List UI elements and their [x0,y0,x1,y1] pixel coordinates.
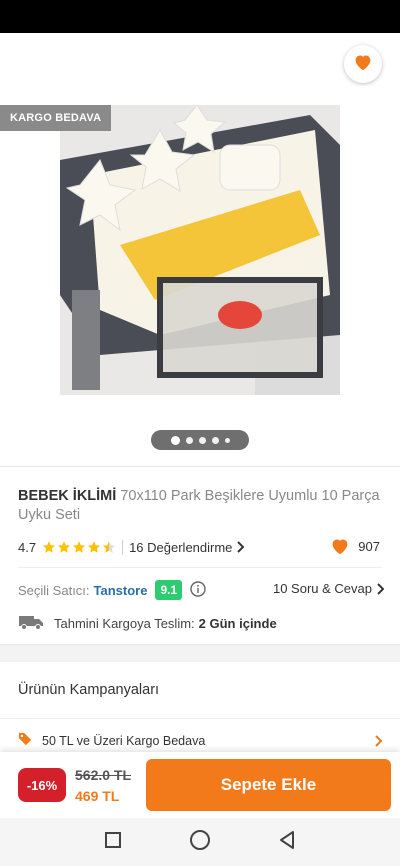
star-icon [72,541,86,553]
questions-answers-link[interactable]: 10 Soru & Cevap [273,581,384,596]
product-image[interactable] [60,105,340,395]
recents-icon [104,831,122,854]
gallery-pagination[interactable] [151,430,249,450]
back-triangle-icon [278,830,296,855]
heart-icon [353,53,373,76]
star-icon [42,541,56,553]
recents-button[interactable] [98,827,128,857]
top-bar [0,33,400,97]
home-button[interactable] [185,827,215,857]
reviews-label: 16 Değerlendirme [129,539,233,555]
chevron-right-icon [377,582,384,595]
half-star-icon [102,541,116,553]
seller-name-link[interactable]: Tanstore [94,583,148,598]
info-icon[interactable] [190,580,206,600]
chevron-right-icon [237,541,245,553]
add-to-cart-button[interactable]: Sepete Ekle [146,759,391,811]
status-bar [0,0,400,33]
seller-score-badge: 9.1 [155,580,183,600]
product-title: BEBEK İKLİMİ 70x110 Park Beşiklere Uyuml… [18,487,388,525]
system-navigation-bar [0,818,400,866]
free-shipping-badge: KARGO BEDAVA [0,105,112,131]
truck-icon [18,614,44,633]
campaigns-section: Ürünün Kampanyaları 50 TL ve Üzeri Kargo… [0,662,400,762]
star-icon [57,541,71,553]
star-icon [87,541,101,553]
likes-count: 907 [358,538,380,554]
pagination-dot[interactable] [198,436,206,444]
section-gap [0,644,400,662]
heart-icon [332,539,348,555]
rating-value: 4.7 [18,539,37,555]
likes-counter[interactable]: 907 [330,537,380,555]
current-price: 469 TL [75,788,120,804]
shipping-label: Tahmini Kargoya Teslim: [54,615,195,631]
favorite-button[interactable] [344,45,382,83]
pagination-dot[interactable] [170,435,180,445]
home-icon [189,829,211,856]
product-gallery[interactable]: KARGO BEDAVA [0,33,400,465]
qa-label: 10 Soru & Cevap [272,581,372,596]
discount-badge: -16% [18,768,66,802]
divider [18,567,382,568]
purchase-bar: -16% 562.0 TL 469 TL Sepete Ekle [0,752,400,818]
product-detail-screen: KARGO BEDAVA BEBEK İKLİMİ 70x110 Park Be… [0,0,400,866]
arrow-left-icon [20,53,42,80]
rating-row: 4.7 16 Değerlendirme 907 [18,537,384,557]
share-button[interactable] [286,49,320,83]
reviews-link[interactable]: 16 Değerlendirme [122,539,245,555]
pagination-dot[interactable] [185,436,193,444]
campaigns-title: Ürünün Kampanyaları [18,682,160,698]
shipping-value: 2 Gün içinde [198,615,277,631]
system-back-button[interactable] [272,827,302,857]
product-brand[interactable]: BEBEK İKLİMİ [18,488,116,504]
back-button[interactable] [14,49,48,83]
product-info: BEBEK İKLİMİ 70x110 Park Beşiklere Uyuml… [0,466,400,644]
share-icon [291,52,315,81]
shipping-row: Tahmini Kargoya Teslim: 2 Gün içinde [18,613,384,633]
tag-icon [18,732,32,749]
seller-label: Seçili Satıcı: [18,582,90,598]
chevron-right-icon [375,734,382,747]
pagination-dot[interactable] [211,436,219,444]
pagination-dot[interactable] [224,437,230,443]
campaign-label: 50 TL ve Üzeri Kargo Bedava [42,733,206,748]
rating-stars [42,540,116,554]
old-price: 562.0 TL [75,767,132,783]
seller-row: Seçili Satıcı: Tanstore 9.1 10 Soru & Ce… [18,579,384,601]
